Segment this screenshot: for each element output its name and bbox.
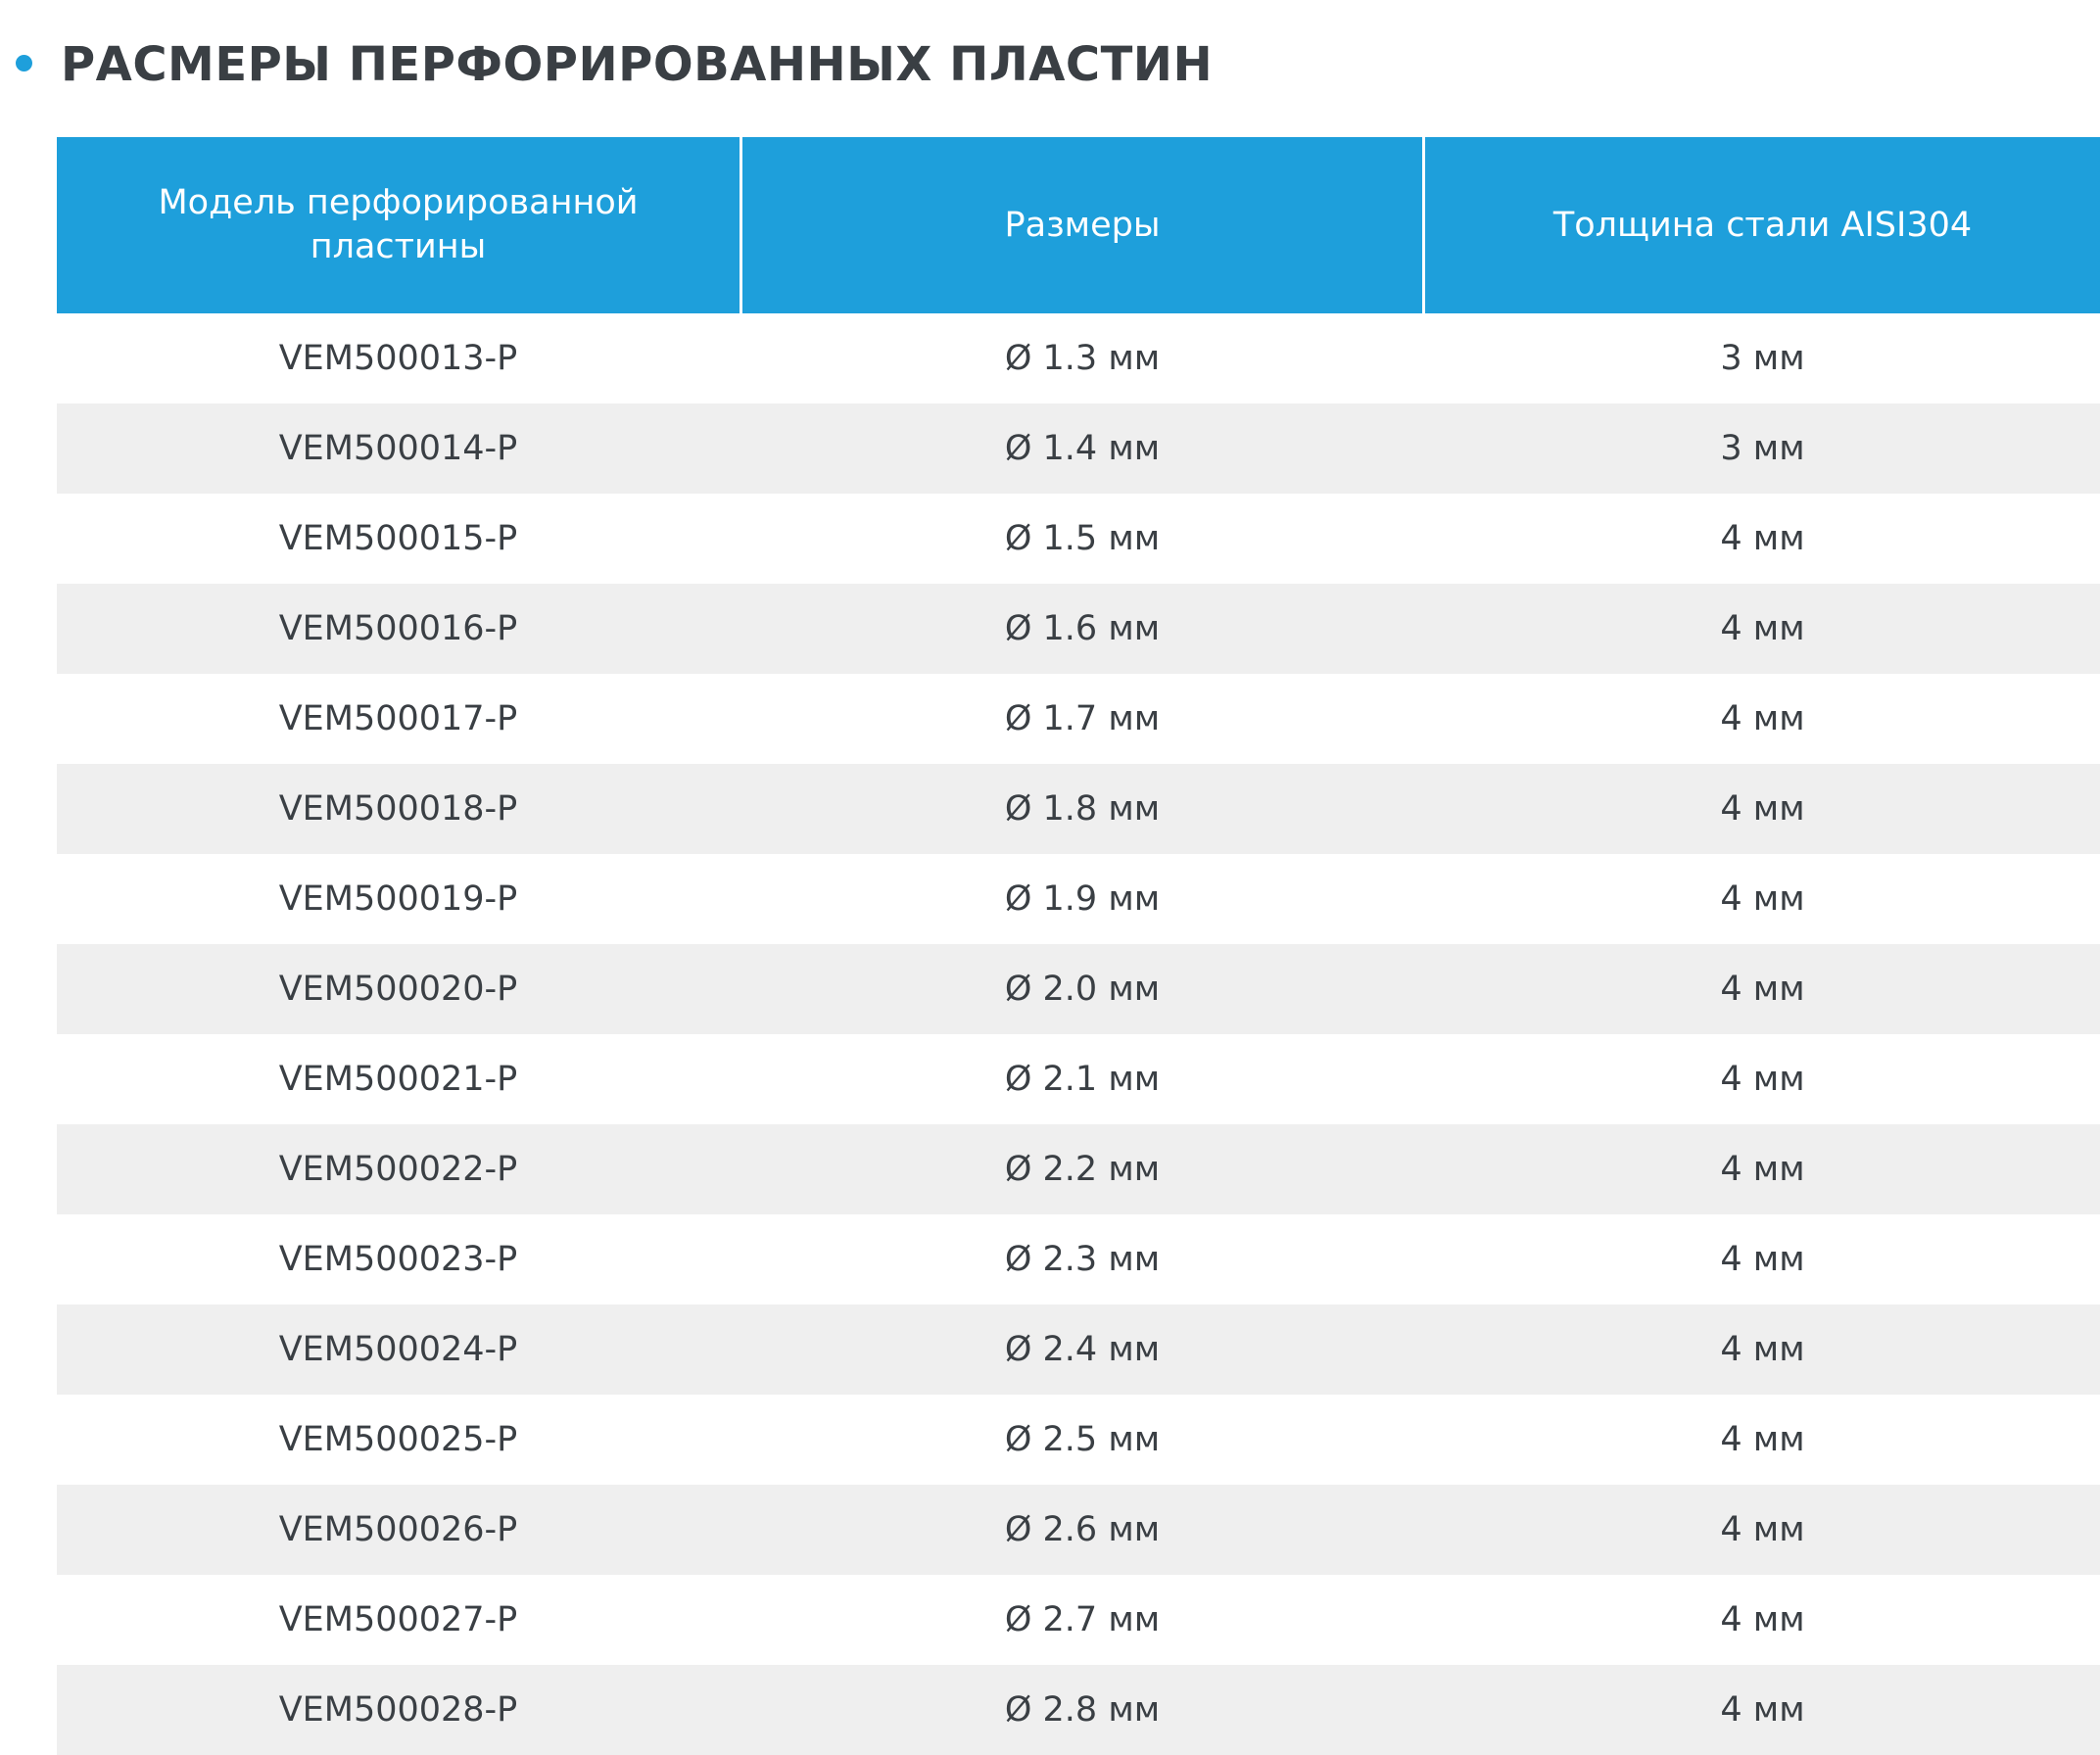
table-header: Модель перфорированной пластины Размеры … (57, 137, 2100, 313)
size-cell: Ø 1.7 мм (1004, 699, 1161, 738)
thickness-cell: 4 мм (1720, 1150, 1805, 1189)
model-cell: VEM500013-P (278, 339, 518, 378)
size-cell: Ø 2.2 мм (1004, 1150, 1161, 1189)
table-row: VEM500014-P Ø 1.4 мм 3 мм (57, 403, 2100, 494)
model-cell: VEM500023-P (278, 1240, 518, 1279)
table-body: VEM500013-P Ø 1.3 мм 3 мм VEM500014-P Ø 1.4 … (57, 313, 2100, 1755)
table-row: VEM500021-P Ø 2.1 мм 4 мм (57, 1034, 2100, 1124)
size-cell: Ø 1.9 мм (1004, 879, 1161, 919)
thickness-cell: 4 мм (1720, 1510, 1805, 1549)
model-cell: VEM500021-P (278, 1060, 518, 1099)
model-cell: VEM500017-P (278, 699, 518, 738)
model-cell: VEM500026-P (278, 1510, 518, 1549)
model-cell: VEM500028-P (278, 1690, 518, 1730)
table-row: VEM500023-P Ø 2.3 мм 4 мм (57, 1214, 2100, 1304)
thickness-cell: 4 мм (1720, 699, 1805, 738)
size-cell: Ø 2.3 мм (1004, 1240, 1161, 1279)
thickness-cell: 3 мм (1720, 339, 1805, 378)
table-row: VEM500017-P Ø 1.7 мм 4 мм (57, 674, 2100, 764)
thickness-cell: 4 мм (1720, 1240, 1805, 1279)
model-cell: VEM500025-P (278, 1420, 518, 1459)
model-cell: VEM500019-P (278, 879, 518, 919)
size-cell: Ø 2.5 мм (1004, 1420, 1161, 1459)
thickness-cell: 4 мм (1720, 1060, 1805, 1099)
table-row: VEM500013-P Ø 1.3 мм 3 мм (57, 313, 2100, 403)
table-row: VEM500022-P Ø 2.2 мм 4 мм (57, 1124, 2100, 1214)
size-cell: Ø 2.1 мм (1004, 1060, 1161, 1099)
model-cell: VEM500016-P (278, 609, 518, 648)
table-row: VEM500020-P Ø 2.0 мм 4 мм (57, 944, 2100, 1034)
size-cell: Ø 1.4 мм (1004, 429, 1161, 468)
column-header-thickness: Толщина стали AISI304 (1422, 137, 2100, 313)
size-cell: Ø 2.4 мм (1004, 1330, 1161, 1369)
column-header-sizes: Размеры (740, 137, 1422, 313)
column-header-model: Модель перфорированной пластины (158, 183, 639, 266)
table-row: VEM500027-P Ø 2.7 мм 4 мм (57, 1575, 2100, 1665)
size-cell: Ø 1.8 мм (1004, 789, 1161, 829)
heading-bullet (16, 55, 32, 71)
table-row: VEM500026-P Ø 2.6 мм 4 мм (57, 1485, 2100, 1575)
thickness-cell: 4 мм (1720, 970, 1805, 1009)
page-title: РАСМЕРЫ ПЕРФОРИРОВАННЫХ ПЛАСТИН (61, 37, 1214, 92)
size-cell: Ø 1.6 мм (1004, 609, 1161, 648)
model-cell: VEM500020-P (278, 970, 518, 1009)
table-row: VEM500015-P Ø 1.5 мм 4 мм (57, 494, 2100, 584)
plates-table: Модель перфорированной пластины Размеры … (57, 137, 2100, 1755)
table-row: VEM500016-P Ø 1.6 мм 4 мм (57, 584, 2100, 674)
size-cell: Ø 2.0 мм (1004, 970, 1161, 1009)
model-cell: VEM500018-P (278, 789, 518, 829)
model-cell: VEM500024-P (278, 1330, 518, 1369)
size-cell: Ø 1.5 мм (1004, 519, 1161, 558)
thickness-cell: 4 мм (1720, 1690, 1805, 1730)
table-row: VEM500018-P Ø 1.8 мм 4 мм (57, 764, 2100, 854)
model-cell: VEM500027-P (278, 1600, 518, 1639)
thickness-cell: 3 мм (1720, 429, 1805, 468)
table-row: VEM500025-P Ø 2.5 мм 4 мм (57, 1395, 2100, 1485)
model-cell: VEM500014-P (278, 429, 518, 468)
thickness-cell: 4 мм (1720, 1420, 1805, 1459)
table-row: VEM500019-P Ø 1.9 мм 4 мм (57, 854, 2100, 944)
thickness-cell: 4 мм (1720, 1600, 1805, 1639)
thickness-cell: 4 мм (1720, 1330, 1805, 1369)
table-row: VEM500028-P Ø 2.8 мм 4 мм (57, 1665, 2100, 1755)
thickness-cell: 4 мм (1720, 789, 1805, 829)
thickness-cell: 4 мм (1720, 609, 1805, 648)
size-cell: Ø 2.7 мм (1004, 1600, 1161, 1639)
size-cell: Ø 2.8 мм (1004, 1690, 1161, 1730)
thickness-cell: 4 мм (1720, 519, 1805, 558)
thickness-cell: 4 мм (1720, 879, 1805, 919)
size-cell: Ø 1.3 мм (1004, 339, 1161, 378)
model-cell: VEM500022-P (278, 1150, 518, 1189)
size-cell: Ø 2.6 мм (1004, 1510, 1161, 1549)
table-row: VEM500024-P Ø 2.4 мм 4 мм (57, 1304, 2100, 1395)
model-cell: VEM500015-P (278, 519, 518, 558)
